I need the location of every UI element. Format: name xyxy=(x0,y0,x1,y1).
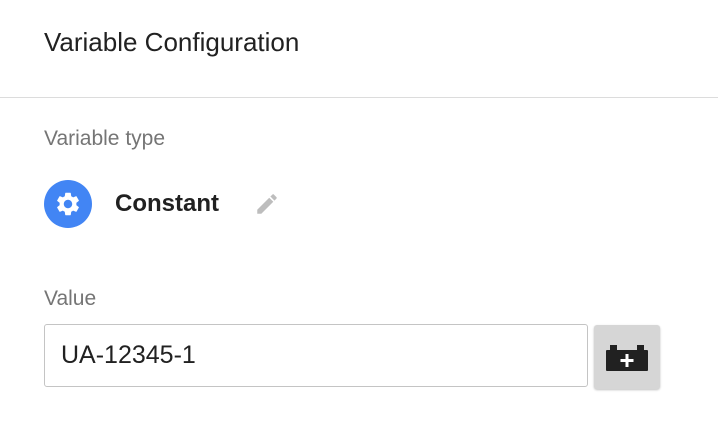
variable-configuration-panel: Variable Configuration Variable type Con… xyxy=(0,0,718,428)
insert-variable-button[interactable] xyxy=(594,325,660,389)
value-label: Value xyxy=(44,287,97,310)
variable-type-name: Constant xyxy=(115,190,219,217)
variable-brick-plus-icon xyxy=(606,343,648,371)
variable-type-label: Variable type xyxy=(44,127,166,150)
panel-title: Variable Configuration xyxy=(44,27,300,57)
panel-header: Variable Configuration xyxy=(0,0,718,98)
pencil-icon[interactable] xyxy=(253,190,281,218)
gear-icon xyxy=(44,180,92,228)
variable-type-selector[interactable]: Constant xyxy=(44,180,281,228)
value-input[interactable] xyxy=(44,324,588,387)
